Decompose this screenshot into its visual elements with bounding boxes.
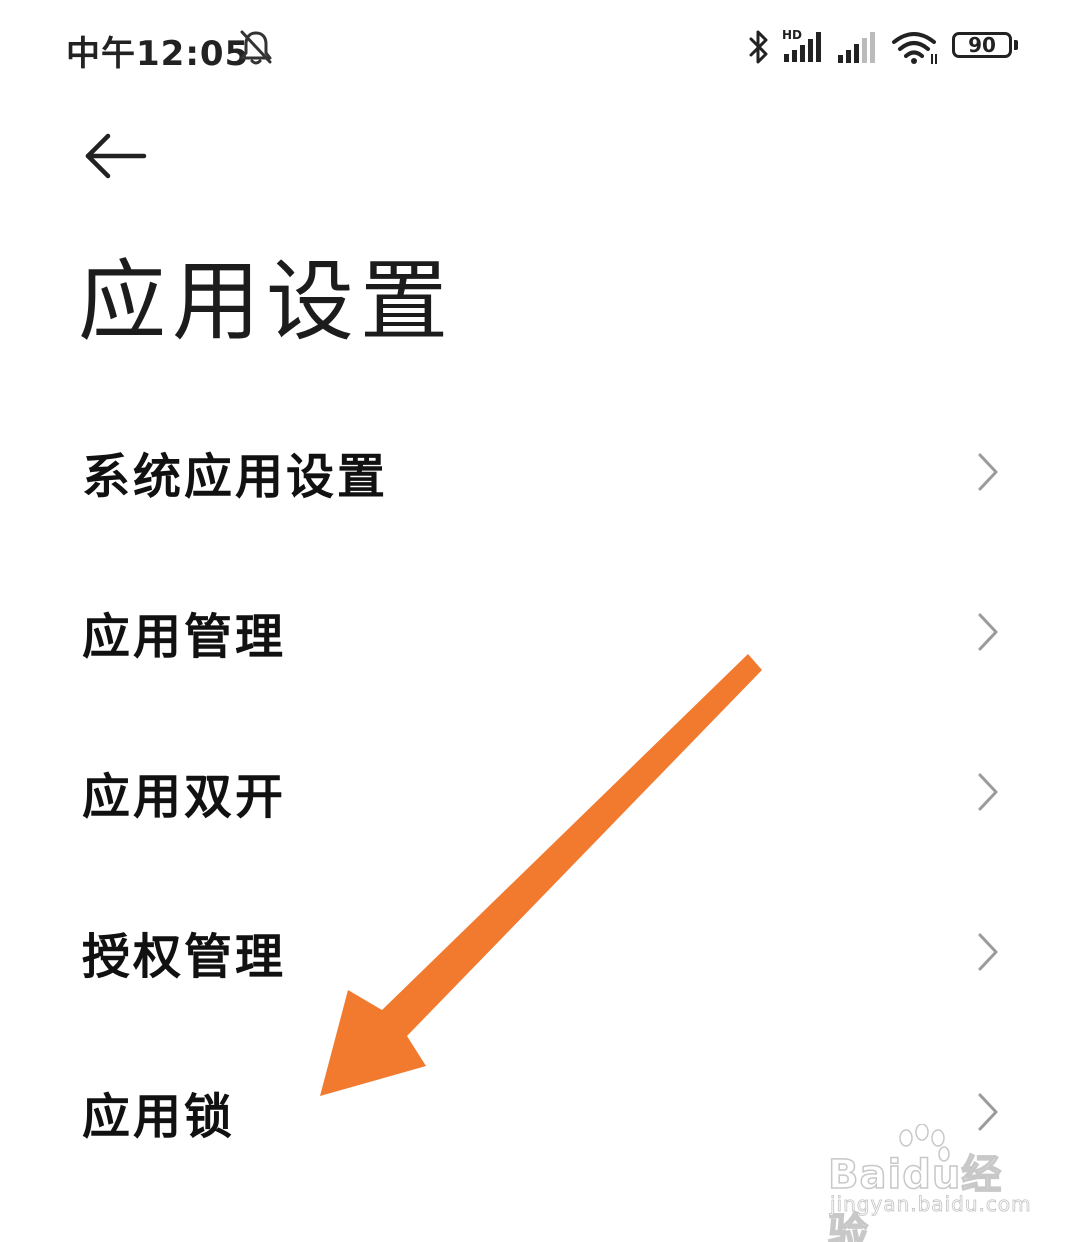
watermark-url: jingyan.baidu.com: [830, 1192, 1032, 1217]
chevron-right-icon: [978, 773, 998, 811]
network-badge: HD: [782, 28, 802, 42]
page-title: 应用设置: [78, 250, 455, 353]
list-item-label: 应用双开: [82, 769, 287, 825]
back-button[interactable]: [80, 128, 152, 184]
bell-off-icon: [240, 30, 272, 65]
signal-hd-icon: HD: [782, 28, 821, 62]
list-item-dual-apps[interactable]: 应用双开: [0, 712, 1080, 872]
battery-cap: [1014, 40, 1018, 50]
settings-list: 系统应用设置 应用管理 应用双开 授权管理 应用锁: [0, 392, 1080, 1192]
wifi-icon: [892, 32, 937, 64]
chevron-right-icon: [978, 933, 998, 971]
chevron-right-icon: [978, 453, 998, 491]
list-item-app-management[interactable]: 应用管理: [0, 552, 1080, 712]
bluetooth-icon: [749, 30, 768, 64]
list-item-label: 应用锁: [82, 1089, 236, 1145]
battery-level: 90: [968, 33, 996, 57]
battery-icon: 90: [952, 32, 1022, 62]
list-item-label: 系统应用设置: [82, 449, 389, 505]
chevron-right-icon: [978, 613, 998, 651]
list-item-label: 授权管理: [82, 929, 287, 985]
list-item-system-app-settings[interactable]: 系统应用设置: [0, 392, 1080, 552]
baidu-watermark: Baidu经验 jingyan.baidu.com: [827, 1124, 1031, 1242]
status-time: 中午12:05: [66, 34, 250, 74]
signal-icon: [838, 32, 875, 63]
list-item-permissions[interactable]: 授权管理: [0, 872, 1080, 1032]
list-item-label: 应用管理: [82, 609, 287, 665]
status-bar: 中午12:05 HD 90: [0, 0, 1080, 96]
app-settings-screen: 中午12:05 HD 90 应用设置 系统应用设置 应用管理 应用双开 授权管理…: [0, 0, 1080, 1242]
arrow-left-icon: [85, 133, 147, 179]
